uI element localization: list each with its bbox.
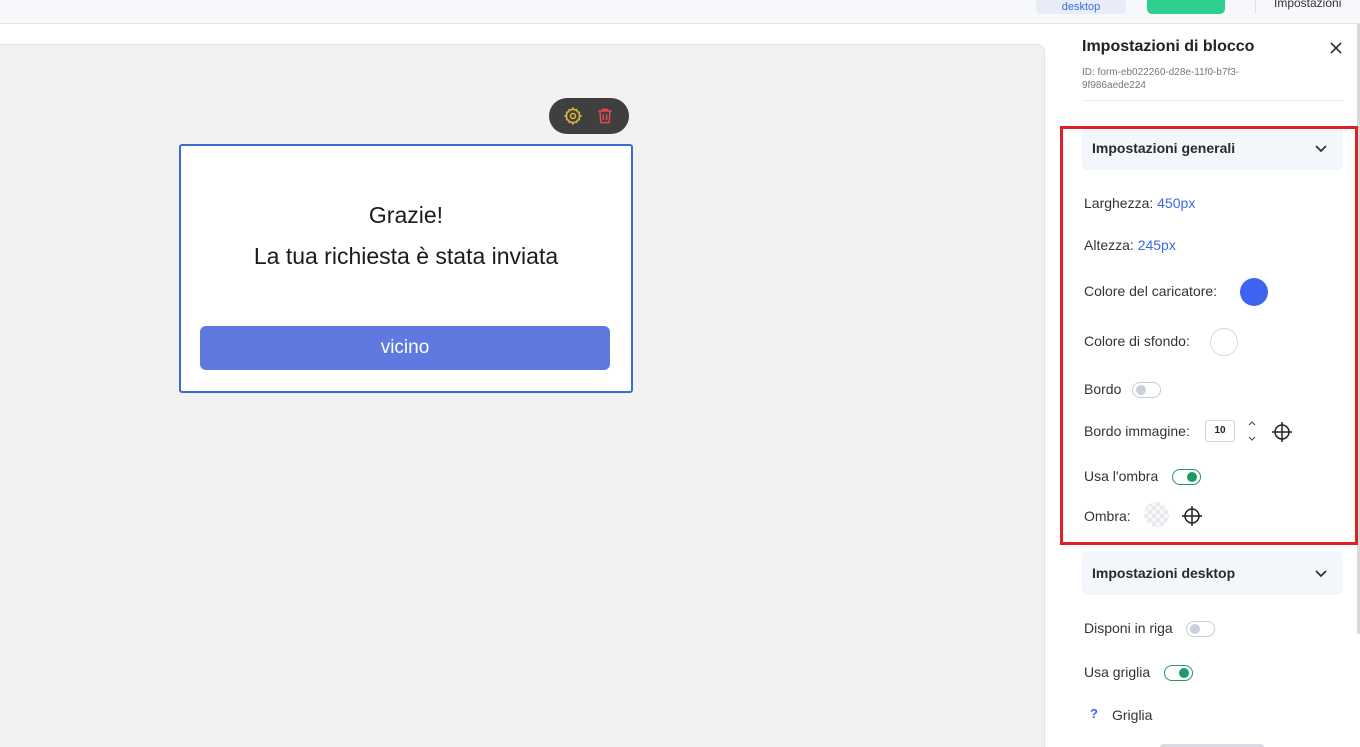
- loader-color-label: Colore del caricatore:: [1084, 283, 1218, 299]
- close-icon[interactable]: [1328, 40, 1344, 56]
- divider: [1082, 100, 1344, 101]
- border-toggle[interactable]: [1132, 382, 1161, 398]
- height-row: Altezza: 245px: [1084, 237, 1176, 253]
- height-value[interactable]: 245px: [1138, 237, 1176, 253]
- device-desktop-button[interactable]: desktop: [1036, 0, 1126, 14]
- bg-color-label: Colore di sfondo:: [1084, 333, 1190, 349]
- loader-color-swatch[interactable]: [1240, 278, 1268, 306]
- block-settings-panel: Impostazioni di blocco ID: form-eb022260…: [1066, 24, 1360, 747]
- shadow-color-swatch[interactable]: [1144, 502, 1169, 527]
- use-shadow-toggle[interactable]: [1172, 469, 1201, 485]
- publish-button[interactable]: [1147, 0, 1225, 14]
- width-value[interactable]: 450px: [1157, 195, 1195, 211]
- form-title: Grazie!: [368, 202, 444, 228]
- use-shadow-label: Usa l'ombra: [1084, 468, 1159, 484]
- help-icon[interactable]: ?: [1090, 706, 1098, 721]
- grid-label: Griglia: [1112, 707, 1153, 723]
- accordion-general-settings[interactable]: Impostazioni generali: [1082, 126, 1343, 170]
- row-layout-toggle[interactable]: [1186, 621, 1215, 637]
- settings-tab[interactable]: Impostazioni: [1274, 0, 1341, 10]
- image-border-label: Bordo immagine:: [1084, 423, 1190, 439]
- row-layout-label: Disponi in riga: [1084, 620, 1173, 636]
- accordion-label: Impostazioni desktop: [1092, 565, 1236, 581]
- block-toolbar: [549, 98, 629, 134]
- top-bar: desktop Impostazioni: [0, 0, 1360, 24]
- use-grid-label: Usa griglia: [1084, 664, 1151, 680]
- chevron-down-icon: [1315, 570, 1327, 578]
- block-id: ID: form-eb022260-d28e-11f0-b7f3-9f986ae…: [1082, 67, 1240, 91]
- width-row: Larghezza: 450px: [1084, 195, 1195, 211]
- accordion-desktop-settings[interactable]: Impostazioni desktop: [1082, 551, 1343, 595]
- chevron-down-icon: [1315, 145, 1327, 153]
- border-label: Bordo: [1084, 381, 1122, 397]
- use-grid-toggle[interactable]: [1164, 665, 1193, 681]
- image-border-input[interactable]: 10: [1205, 420, 1235, 442]
- width-label: Larghezza:: [1084, 195, 1154, 211]
- crosshair-icon[interactable]: [1272, 422, 1292, 442]
- gear-icon[interactable]: [563, 106, 583, 126]
- shadow-label: Ombra:: [1084, 508, 1131, 524]
- height-label: Altezza:: [1084, 237, 1134, 253]
- toolbar-divider: [1255, 0, 1256, 14]
- form-block[interactable]: Grazie! La tua richiesta è stata inviata…: [179, 144, 633, 393]
- close-form-button[interactable]: vicino: [200, 326, 610, 370]
- panel-title: Impostazioni di blocco: [1082, 38, 1255, 55]
- accordion-label: Impostazioni generali: [1092, 140, 1236, 156]
- stepper-arrows-icon[interactable]: [1247, 419, 1257, 443]
- form-subtitle: La tua richiesta è stata inviata: [253, 243, 559, 269]
- crosshair-icon[interactable]: [1182, 506, 1202, 526]
- trash-icon[interactable]: [595, 106, 615, 126]
- bg-color-swatch[interactable]: [1210, 328, 1238, 356]
